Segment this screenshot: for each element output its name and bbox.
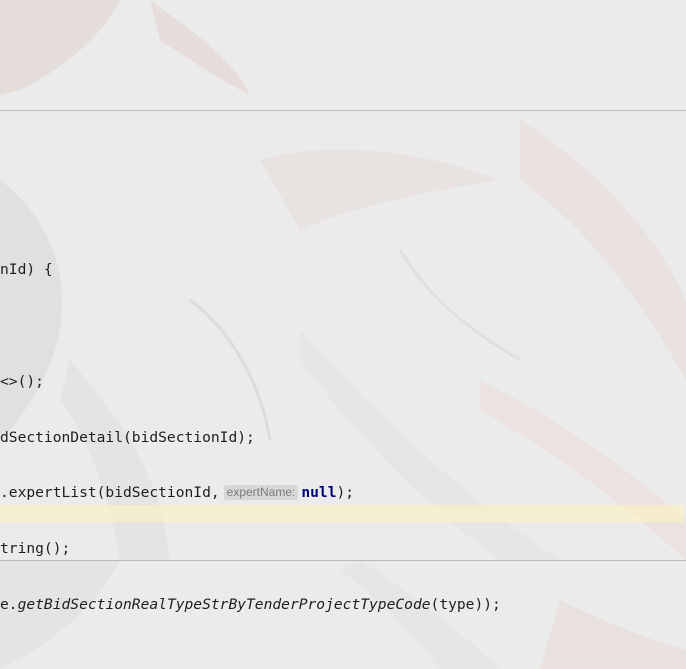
code-text: nId) { <box>0 261 53 279</box>
code-text: e. <box>0 595 18 613</box>
code-text: ); <box>336 484 355 502</box>
code-line: <>(); <box>0 373 501 392</box>
code-line: tring(); <box>0 540 501 559</box>
code-text: (type)); <box>430 595 501 613</box>
code-line: nId) { <box>0 261 501 280</box>
editor-bottom-divider <box>0 560 686 561</box>
code-line: dSectionDetail(bidSectionId); <box>0 429 501 448</box>
null-keyword: null <box>301 484 337 502</box>
code-text: dSectionDetail(bidSectionId); <box>0 428 255 446</box>
code-text: <>(); <box>0 372 44 390</box>
code-line: .expertList(bidSectionId, expertName: null… <box>0 484 501 503</box>
parameter-name-hint: expertName: <box>223 485 299 501</box>
code-line: e.getBidSectionRealTypeStrByTenderProjec… <box>0 596 501 615</box>
code-text: tring(); <box>0 540 71 558</box>
editor-top-divider <box>0 110 686 111</box>
static-method-call: getBidSectionRealTypeStrByTenderProjectT… <box>17 595 431 613</box>
code-text: .expertList(bidSectionId, <box>0 484 220 502</box>
code-editor[interactable]: nId) { <>(); dSectionDetail(bidSectionId… <box>0 224 501 633</box>
